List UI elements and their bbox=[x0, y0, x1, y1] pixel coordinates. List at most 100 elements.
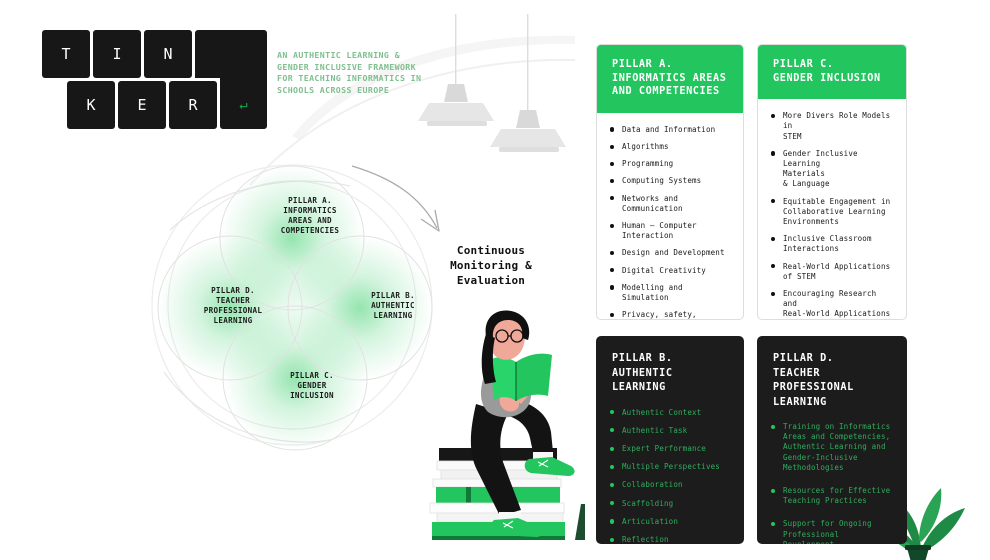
list-item-label: Expert Performance bbox=[622, 443, 706, 453]
list-item: Equitable Engagement in Collaborative Le… bbox=[771, 197, 892, 228]
list-item-label: Programming bbox=[622, 159, 674, 169]
card-pillar-c-title: PILLAR C. GENDER INCLUSION bbox=[758, 45, 906, 100]
list-item: Support for Ongoing Professional Develop… bbox=[771, 519, 893, 544]
list-item-label: Scaffolding bbox=[622, 498, 674, 508]
venn-label-pillar-c: PILLAR C. GENDER INCLUSION bbox=[290, 371, 334, 400]
bullet-icon bbox=[610, 501, 615, 506]
card-pillar-d-list: Training on Informatics Areas and Compet… bbox=[757, 418, 907, 544]
list-item: Scaffolding bbox=[610, 499, 730, 509]
list-item-label: Real-World Applications of STEM bbox=[783, 261, 891, 281]
list-item: Modelling and Simulation bbox=[610, 283, 729, 303]
card-pillar-b-title: PILLAR B. AUTHENTIC LEARNING bbox=[612, 353, 673, 393]
list-item: Algorithms bbox=[610, 142, 729, 152]
bullet-icon bbox=[610, 464, 615, 469]
key-n: N bbox=[144, 30, 192, 78]
list-item-label: Resources for Effective Teaching Practic… bbox=[783, 486, 891, 506]
list-item: Gender Inclusive Learning Materials & La… bbox=[771, 149, 892, 190]
bullet-icon bbox=[771, 236, 776, 241]
venn-label-pillar-b: PILLAR B. AUTHENTIC LEARNING bbox=[371, 291, 415, 320]
list-item-label: Equitable Engagement in Collaborative Le… bbox=[783, 196, 891, 227]
enter-key-icon: ↵ bbox=[220, 81, 267, 129]
list-item-label: Collaboration bbox=[622, 480, 683, 490]
list-item-label: Authentic Context bbox=[622, 407, 702, 417]
tagline: AN AUTHENTIC LEARNING & GENDER INCLUSIVE… bbox=[277, 50, 422, 95]
list-item: More Divers Role Models in STEM bbox=[771, 111, 892, 142]
lamp-icon-2 bbox=[490, 14, 566, 152]
list-item-label: Privacy, safety, security bbox=[622, 310, 697, 320]
bullet-icon bbox=[610, 519, 615, 524]
plant-illustration bbox=[575, 504, 585, 540]
list-item-label: Human — Computer Interaction bbox=[622, 221, 697, 241]
card-pillar-c: PILLAR C. GENDER INCLUSION More Divers R… bbox=[757, 44, 907, 320]
list-item-label: Gender Inclusive Learning Materials & La… bbox=[783, 148, 858, 189]
list-item: Data and Information bbox=[610, 125, 729, 135]
list-item-label: Data and Information bbox=[622, 124, 716, 134]
bullet-icon bbox=[610, 178, 615, 184]
card-pillar-a-list: Data and Information Algorithms Programmin… bbox=[597, 113, 743, 320]
card-pillar-b-list: Authentic Context Authentic Task Expert Pe… bbox=[596, 404, 744, 545]
card-pillar-d: PILLAR D. TEACHER PROFESSIONAL LEARNING … bbox=[757, 336, 907, 544]
bullet-icon bbox=[610, 285, 615, 290]
card-pillar-a: PILLAR A. INFORMATICS AREAS AND COMPETEN… bbox=[596, 44, 744, 320]
list-item: Inclusive Classroom Interactions bbox=[771, 234, 892, 254]
list-item: Human — Computer Interaction bbox=[610, 221, 729, 241]
infographic-page: T I N K E R ↵ AN AUTHENTIC LEARNING & GE… bbox=[0, 0, 990, 560]
bullet-icon bbox=[771, 291, 776, 296]
bullet-icon bbox=[771, 113, 776, 118]
list-item: Multiple Perspectives bbox=[610, 462, 730, 472]
list-item: Collaboration bbox=[610, 480, 730, 490]
list-item-label: Networks and Communication bbox=[622, 193, 683, 213]
card-pillar-c-list: More Divers Role Models in STEM Gender In… bbox=[758, 99, 906, 319]
list-item-label: Computing Systems bbox=[622, 176, 702, 186]
bullet-icon bbox=[610, 482, 615, 488]
lamp-icon bbox=[418, 14, 494, 126]
list-item: Privacy, safety, security bbox=[610, 310, 729, 320]
bullet-icon bbox=[610, 312, 615, 317]
key-k: K bbox=[67, 81, 115, 129]
bullet-icon bbox=[610, 428, 615, 433]
bullet-icon bbox=[771, 424, 776, 429]
list-item: Expert Performance bbox=[610, 444, 730, 454]
list-item-label: More Divers Role Models in STEM bbox=[783, 111, 891, 141]
bullet-icon bbox=[771, 488, 776, 493]
list-item-label: Training on Informatics Areas and Compet… bbox=[783, 422, 891, 472]
list-item-label: Digital Creativity bbox=[622, 265, 706, 275]
list-item-label: Articulation bbox=[622, 516, 678, 526]
bullet-icon bbox=[610, 223, 615, 228]
list-item: Networks and Communication bbox=[610, 194, 729, 214]
bullet-icon bbox=[610, 196, 615, 201]
bullet-icon bbox=[610, 268, 615, 273]
bullet-icon bbox=[610, 144, 615, 149]
bullet-icon bbox=[771, 199, 776, 204]
venn-label-pillar-a: PILLAR A. INFORMATICS AREAS AND COMPETEN… bbox=[280, 196, 340, 235]
bullet-icon bbox=[610, 161, 615, 166]
tinker-logo: T I N K E R ↵ bbox=[42, 30, 272, 130]
list-item: Real-World Applications of STEM bbox=[771, 262, 892, 282]
venn-label-pillar-d: PILLAR D. TEACHER PROFESSIONAL LEARNING bbox=[203, 286, 263, 325]
list-item: Digital Creativity bbox=[610, 266, 729, 276]
list-item: Design and Development bbox=[610, 248, 729, 258]
list-item-label: Modelling and Simulation bbox=[622, 282, 683, 303]
bullet-icon bbox=[610, 251, 615, 256]
key-i: I bbox=[93, 30, 141, 78]
list-item-label: Inclusive Classroom Interactions bbox=[783, 234, 872, 254]
bullet-icon bbox=[771, 264, 776, 269]
bullet-icon bbox=[610, 127, 615, 132]
card-pillar-b: PILLAR B. AUTHENTIC LEARNING Authentic C… bbox=[596, 336, 744, 544]
list-item: Training on Informatics Areas and Compet… bbox=[771, 422, 893, 473]
list-item-label: Support for Ongoing Professional Develop… bbox=[783, 519, 872, 544]
continuous-monitoring-callout: Continuous Monitoring & Evaluation bbox=[450, 244, 532, 287]
list-item: Computing Systems bbox=[610, 176, 729, 186]
list-item-label: Encouraging Research and Real-World Appl… bbox=[783, 289, 891, 319]
list-item-label: Multiple Perspectives bbox=[622, 462, 720, 472]
card-pillar-a-title: PILLAR A. INFORMATICS AREAS AND COMPETEN… bbox=[597, 45, 743, 113]
bullet-icon bbox=[771, 522, 776, 527]
list-item: Authentic Context bbox=[610, 408, 730, 418]
list-item: Reflection bbox=[610, 535, 730, 544]
card-pillar-d-title: PILLAR D. TEACHER PROFESSIONAL LEARNING bbox=[773, 353, 854, 408]
bullet-icon bbox=[610, 446, 615, 451]
list-item: Authentic Task bbox=[610, 426, 730, 436]
key-e: E bbox=[118, 81, 166, 129]
bullet-icon bbox=[771, 151, 776, 156]
list-item: Encouraging Research and Real-World Appl… bbox=[771, 289, 892, 319]
